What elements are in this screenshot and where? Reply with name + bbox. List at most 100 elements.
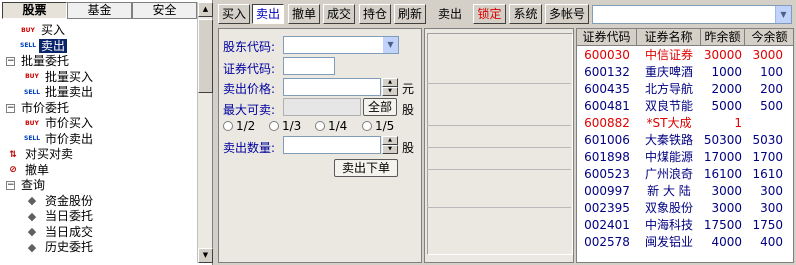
sell-price-input[interactable] <box>283 78 381 96</box>
cell-security-code: 600030 <box>584 48 630 62</box>
table-row[interactable]: 000997 新 大 陆 3000 300 <box>577 183 793 199</box>
share-unit: 股 <box>402 103 415 117</box>
scroll-up-arrow-icon[interactable]: ▲ <box>198 2 213 17</box>
multi-account-button[interactable]: 多帐号 <box>545 4 589 24</box>
table-row[interactable]: 002578 闽发铝业 4000 400 <box>577 234 793 250</box>
tree-item[interactable]: ◆ 当日成交 <box>24 225 95 240</box>
sell-quantity-stepper[interactable]: ▲ ▼ <box>382 136 398 154</box>
cell-security-code: 000997 <box>584 184 630 198</box>
table-row[interactable]: 601006 大秦铁路 50300 5030 <box>577 132 793 148</box>
fraction-radio-fifth[interactable]: 1/5 <box>362 119 394 133</box>
tree-item[interactable]: − 市价委托 <box>6 101 71 116</box>
table-header: 证券代码 证券名称 昨余额 今余额 <box>577 29 793 46</box>
tree-item-label: 批量卖出 <box>45 85 94 99</box>
tree-scrollbar[interactable]: ▲ ▼ <box>197 2 213 263</box>
security-code-input[interactable] <box>283 57 335 75</box>
deal-button[interactable]: 成交 <box>323 4 355 24</box>
cancel-icon: ⊘ <box>9 165 17 175</box>
spin-down-icon[interactable]: ▼ <box>382 87 398 96</box>
sell-quantity-input[interactable] <box>283 136 381 154</box>
chevron-down-icon[interactable]: ▼ <box>775 6 791 23</box>
chevron-down-icon[interactable]: ▼ <box>383 37 398 53</box>
fraction-radio-third[interactable]: 1/3 <box>269 119 301 133</box>
scroll-thumb[interactable] <box>198 19 213 93</box>
cell-prev-balance: 16100 <box>703 167 742 181</box>
shareholder-code-select[interactable]: ▼ <box>283 36 399 54</box>
tree-item[interactable]: − 查询 <box>6 178 47 193</box>
tree-item[interactable]: ◆ 资金股份 <box>24 194 95 209</box>
tab-fund[interactable]: 基金 <box>67 2 132 19</box>
cell-security-code: 600882 <box>584 116 630 130</box>
tree-item[interactable]: SELL 市价卖出 <box>24 132 95 147</box>
position-button[interactable]: 持仓 <box>359 4 391 24</box>
tree-item[interactable]: ⇅ 对买对卖 <box>6 147 75 162</box>
tree-item[interactable]: BUY 市价买入 <box>24 116 95 131</box>
sell-price-stepper[interactable]: ▲ ▼ <box>382 78 398 96</box>
tree-item[interactable]: ◆ 历史委托 <box>24 240 95 255</box>
sell-icon: SELL <box>20 42 37 49</box>
table-row[interactable]: 600132 重庆啤酒 1000 100 <box>577 64 793 80</box>
fraction-radio-quarter[interactable]: 1/4 <box>315 119 347 133</box>
tree-item[interactable]: − 批量委托 <box>6 54 71 69</box>
tree-item-label: 市价卖出 <box>45 131 94 146</box>
cell-security-code: 002395 <box>584 201 630 215</box>
cell-prev-balance: 17500 <box>703 218 742 232</box>
query-icon: ◆ <box>27 209 37 223</box>
fraction-radio-half[interactable]: 1/2 <box>223 119 255 133</box>
tab-stock[interactable]: 股票 <box>2 2 67 19</box>
tree-item-label: 对买对卖 <box>25 147 74 161</box>
scroll-down-arrow-icon[interactable]: ▼ <box>198 248 213 263</box>
table-row[interactable]: 600481 双良节能 5000 500 <box>577 98 793 114</box>
table-row[interactable]: 601898 中煤能源 17000 1700 <box>577 149 793 165</box>
system-button[interactable]: 系统 <box>509 4 542 24</box>
account-select[interactable]: ▼ <box>592 5 792 24</box>
expander-icon[interactable]: − <box>6 57 15 66</box>
expander-icon[interactable]: − <box>6 103 15 113</box>
cell-today-balance: 300 <box>760 184 783 198</box>
expander-icon[interactable]: − <box>6 181 15 190</box>
buy-button[interactable]: 买入 <box>218 4 250 24</box>
trade-toolbar: 买入 卖出 撤单 成交 持仓 刷新 卖出 锁定 系统 多帐号 ▼ <box>218 4 794 24</box>
tree-item[interactable]: SELL 批量卖出 <box>24 85 95 100</box>
table-row[interactable]: 002401 中海科技 17500 1750 <box>577 217 793 233</box>
header-security-code[interactable]: 证券代码 <box>577 29 637 46</box>
function-tree: BUY 买入 SELL 卖出 − 批量委托 BUY 批量买入 SELL 批量卖出 − 市价委托 BUY 市… <box>2 21 195 265</box>
table-row[interactable]: 600435 北方导航 2000 200 <box>577 81 793 97</box>
table-row[interactable]: 600882 *ST大成 1 <box>577 115 793 131</box>
quote-panel <box>424 28 574 263</box>
cell-security-name: 北方导航 <box>644 82 693 96</box>
cell-security-name: 中煤能源 <box>644 150 693 164</box>
submit-sell-order-button[interactable]: 卖出下单 <box>334 159 398 177</box>
divider <box>427 125 571 126</box>
spin-up-icon[interactable]: ▲ <box>382 136 398 145</box>
header-security-name[interactable]: 证券名称 <box>637 29 701 46</box>
tree-item[interactable]: SELL 卖出 <box>20 38 68 54</box>
tree-item-label: 当日成交 <box>45 224 94 239</box>
cell-security-code: 601006 <box>584 133 630 147</box>
header-today-balance[interactable]: 今余额 <box>745 29 793 46</box>
tab-security[interactable]: 安全 <box>132 2 197 19</box>
tree-item[interactable]: BUY 买入 <box>20 23 67 38</box>
all-quantity-button[interactable]: 全部 <box>363 98 397 116</box>
table-row[interactable]: 600030 中信证券 30000 3000 <box>577 47 793 63</box>
sell-icon: SELL <box>24 135 41 142</box>
cell-security-name: 中海科技 <box>644 218 693 232</box>
tree-item-label: 当日委托 <box>45 209 94 223</box>
header-prev-balance[interactable]: 昨余额 <box>701 29 745 46</box>
divider <box>427 147 571 148</box>
tree-item[interactable]: ⊘ 撤单 <box>6 163 51 178</box>
sell-button[interactable]: 卖出 <box>252 4 284 24</box>
table-row[interactable]: 002395 双象股份 3000 300 <box>577 200 793 216</box>
cell-today-balance <box>745 115 785 131</box>
tree-item-label: 历史委托 <box>45 240 94 254</box>
table-row[interactable]: 600523 广州浪奇 16100 1610 <box>577 166 793 182</box>
spin-up-icon[interactable]: ▲ <box>382 78 398 87</box>
cancel-order-button[interactable]: 撤单 <box>288 4 320 24</box>
lock-button[interactable]: 锁定 <box>473 4 506 24</box>
refresh-button[interactable]: 刷新 <box>394 4 426 24</box>
divider <box>427 207 571 208</box>
tree-item[interactable]: BUY 批量买入 <box>24 70 95 85</box>
tree-item[interactable]: ◆ 当日委托 <box>24 209 95 224</box>
spin-down-icon[interactable]: ▼ <box>382 145 398 154</box>
cell-security-name: 广州浪奇 <box>644 167 693 181</box>
